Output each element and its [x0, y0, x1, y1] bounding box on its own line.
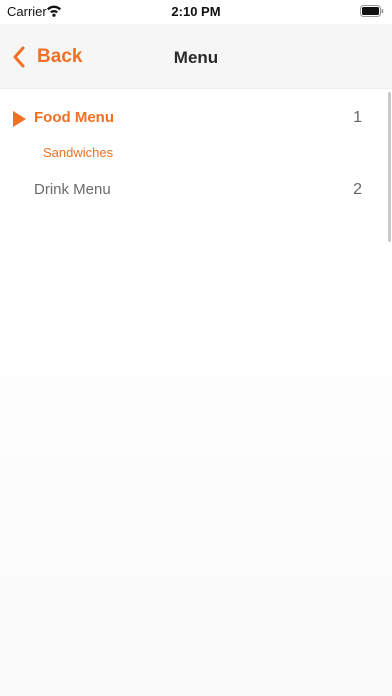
page-title: Menu	[173, 48, 219, 67]
battery-icon	[360, 5, 384, 17]
content-background	[0, 240, 392, 696]
menu-section-label: Food Menu	[34, 109, 114, 126]
menu-list: Food Menu 1 Sandwiches Drink Menu 2	[0, 89, 386, 211]
status-time: 2:10 PM	[171, 4, 221, 19]
menu-section-food[interactable]: Food Menu 1	[0, 99, 386, 139]
triangle-right-icon	[13, 111, 26, 127]
menu-section-count: 1	[353, 109, 362, 126]
menu-section-drink[interactable]: Drink Menu 2	[0, 171, 386, 211]
navigation-bar: Back Menu	[0, 24, 392, 89]
status-bar: Carrier 2:10 PM	[0, 0, 392, 24]
menu-section-label: Drink Menu	[34, 181, 111, 198]
scrollbar[interactable]	[388, 92, 391, 242]
menu-item-sandwiches[interactable]: Sandwiches	[0, 139, 386, 167]
menu-section-count: 2	[353, 181, 362, 198]
menu-item-label: Sandwiches	[43, 145, 114, 160]
